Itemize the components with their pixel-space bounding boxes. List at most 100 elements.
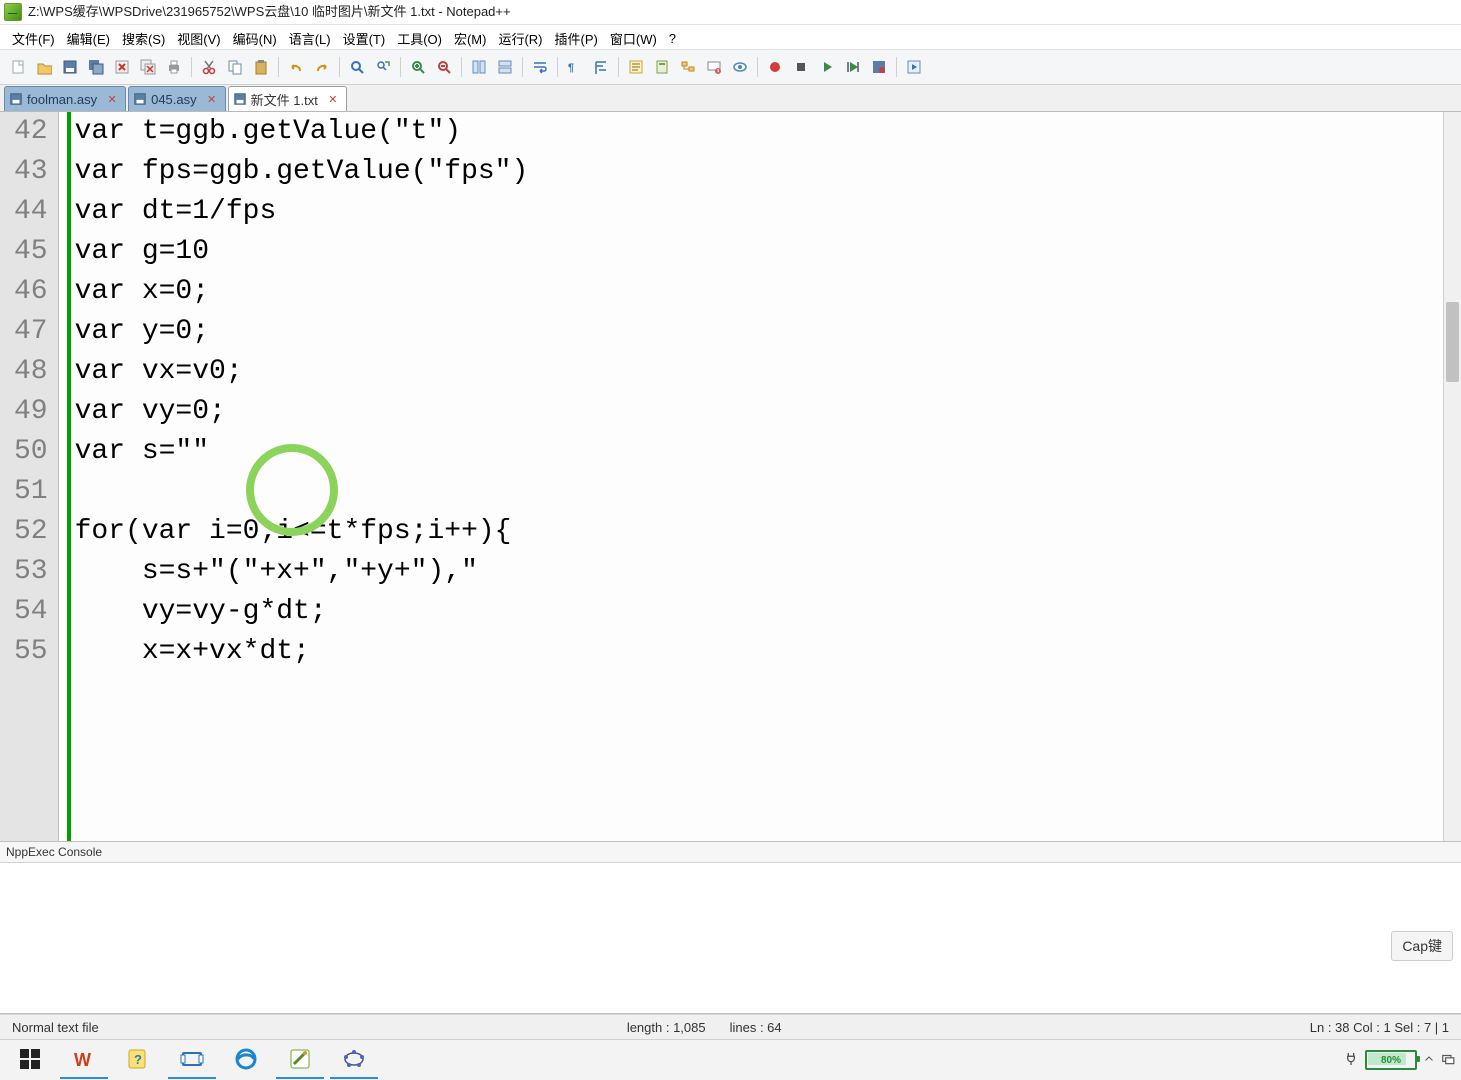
code-line[interactable]: x=x+vx*dt;: [75, 632, 1461, 672]
save-icon: [62, 59, 78, 75]
new-file-button[interactable]: [6, 55, 30, 79]
menu-edit[interactable]: 编辑(E): [61, 27, 116, 50]
record-macro-button[interactable]: [763, 55, 787, 79]
eye-button[interactable]: [728, 55, 752, 79]
nppexec-run-icon: [906, 59, 922, 75]
save-button[interactable]: [58, 55, 82, 79]
menu-tools[interactable]: 工具(O): [391, 27, 448, 50]
fold-bar[interactable]: [59, 112, 71, 841]
zoom-in-button[interactable]: [406, 55, 430, 79]
menu-macro[interactable]: 宏(M): [448, 27, 493, 50]
close-all-button[interactable]: [136, 55, 160, 79]
find-button[interactable]: [345, 55, 369, 79]
code-line[interactable]: var y=0;: [75, 312, 1461, 352]
code-line[interactable]: var x=0;: [75, 272, 1461, 312]
record-macro-icon: [767, 59, 783, 75]
taskbar-notepadpp[interactable]: [276, 1041, 324, 1079]
menu-search[interactable]: 搜索(S): [116, 27, 171, 50]
code-line[interactable]: var s="": [75, 432, 1461, 472]
folder-tree-button[interactable]: [676, 55, 700, 79]
play-macro-button[interactable]: [815, 55, 839, 79]
tab-close-button[interactable]: ✕: [105, 92, 119, 106]
code-line[interactable]: [75, 472, 1461, 512]
menu-settings[interactable]: 设置(T): [337, 27, 392, 50]
line-number: 54: [14, 592, 48, 632]
close-button[interactable]: [110, 55, 134, 79]
status-length: length : 1,085: [615, 1020, 718, 1035]
menu-view[interactable]: 视图(V): [171, 27, 226, 50]
code-editor[interactable]: 4243444546474849505152535455 var t=ggb.g…: [0, 112, 1461, 841]
console-body[interactable]: Cap键: [0, 863, 1461, 1014]
code-line[interactable]: var dt=1/fps: [75, 192, 1461, 232]
toolbar-separator: [191, 57, 192, 77]
code-line[interactable]: var vy=0;: [75, 392, 1461, 432]
doc-map-button[interactable]: [650, 55, 674, 79]
taskbar-wps[interactable]: W: [60, 1041, 108, 1079]
line-number: 53: [14, 552, 48, 592]
tab-close-button[interactable]: ✕: [326, 92, 340, 106]
print-button[interactable]: [162, 55, 186, 79]
menu-run[interactable]: 运行(R): [492, 27, 548, 50]
document-tab[interactable]: 045.asy✕: [128, 86, 226, 111]
tab-label: 新文件 1.txt: [251, 90, 318, 109]
tab-close-button[interactable]: ✕: [205, 92, 219, 106]
battery-indicator[interactable]: 80%: [1365, 1050, 1417, 1070]
document-tab[interactable]: 新文件 1.txt ✕: [228, 86, 347, 111]
paste-button[interactable]: [249, 55, 273, 79]
code-line[interactable]: s=s+"("+x+","+y+"),": [75, 552, 1461, 592]
monitor-icon: [706, 59, 722, 75]
func-list-button[interactable]: [624, 55, 648, 79]
code-line[interactable]: var vx=v0;: [75, 352, 1461, 392]
code-line[interactable]: var t=ggb.getValue("t"): [75, 112, 1461, 152]
sync-h-button[interactable]: [493, 55, 517, 79]
toolbar: ¶: [0, 49, 1461, 85]
stop-macro-button[interactable]: [789, 55, 813, 79]
code-line[interactable]: for(var i=0;i<=t*fps;i++){: [75, 512, 1461, 552]
open-file-button[interactable]: [32, 55, 56, 79]
document-tab[interactable]: foolman.asy✕: [4, 86, 126, 111]
menu-language[interactable]: 语言(L): [283, 27, 337, 50]
redo-button[interactable]: [310, 55, 334, 79]
indent-guide-button[interactable]: [589, 55, 613, 79]
menu-window[interactable]: 窗口(W): [604, 27, 663, 50]
tray-network-icon[interactable]: [1441, 1052, 1455, 1069]
save-macro-button[interactable]: [867, 55, 891, 79]
replace-button[interactable]: [371, 55, 395, 79]
show-all-button[interactable]: ¶: [563, 55, 587, 79]
nppexec-run-button[interactable]: [902, 55, 926, 79]
paste-icon: [253, 59, 269, 75]
rec-list-icon: [845, 59, 861, 75]
sync-v-button[interactable]: [467, 55, 491, 79]
code-line[interactable]: vy=vy-g*dt;: [75, 592, 1461, 632]
menu-plugins[interactable]: 插件(P): [549, 27, 604, 50]
menu-file[interactable]: 文件(F): [6, 27, 61, 50]
zoom-out-button[interactable]: [432, 55, 456, 79]
taskbar-geogebra[interactable]: [330, 1041, 378, 1079]
save-all-button[interactable]: [84, 55, 108, 79]
undo-button[interactable]: [284, 55, 308, 79]
menu-bar: 文件(F) 编辑(E) 搜索(S) 视图(V) 编码(N) 语言(L) 设置(T…: [0, 25, 1461, 49]
menu-help[interactable]: ?: [663, 29, 682, 48]
line-number: 46: [14, 272, 48, 312]
line-number: 51: [14, 472, 48, 512]
taskbar-edge[interactable]: [222, 1041, 270, 1079]
word-wrap-button[interactable]: [528, 55, 552, 79]
cut-button[interactable]: [197, 55, 221, 79]
code-content[interactable]: var t=ggb.getValue("t")var fps=ggb.getVa…: [71, 112, 1461, 841]
file-saved-icon: [233, 92, 247, 106]
rec-list-button[interactable]: [841, 55, 865, 79]
taskbar-taskview[interactable]: [168, 1041, 216, 1079]
code-line[interactable]: var g=10: [75, 232, 1461, 272]
toolbar-separator: [339, 57, 340, 77]
vertical-scrollbar[interactable]: [1443, 112, 1461, 841]
monitor-button[interactable]: [702, 55, 726, 79]
menu-encoding[interactable]: 编码(N): [227, 27, 283, 50]
toolbar-separator: [278, 57, 279, 77]
start-button[interactable]: [6, 1041, 54, 1079]
line-number: 52: [14, 512, 48, 552]
copy-button[interactable]: [223, 55, 247, 79]
scrollbar-thumb[interactable]: [1446, 302, 1459, 382]
taskbar-help[interactable]: ?: [114, 1041, 162, 1079]
code-line[interactable]: var fps=ggb.getValue("fps"): [75, 152, 1461, 192]
tray-chevron-up-icon[interactable]: [1423, 1053, 1435, 1068]
